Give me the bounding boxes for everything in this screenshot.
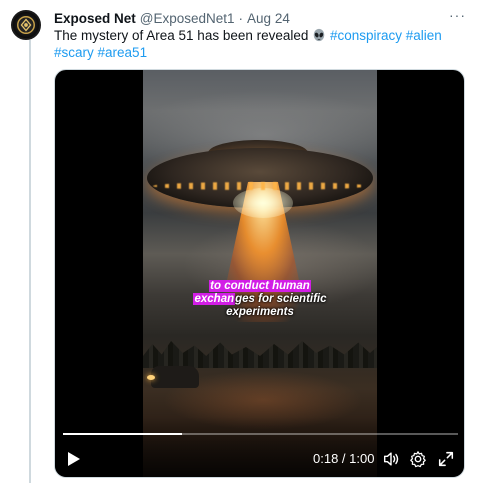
progress-bar[interactable] xyxy=(63,433,458,435)
progress-fill xyxy=(63,433,182,435)
caption-line-1: to conduct human xyxy=(209,280,311,292)
video-player[interactable]: to conduct human exchanges for scientifi… xyxy=(54,69,465,478)
treeline xyxy=(143,341,377,368)
tweet-text: The mystery of Area 51 has been revealed… xyxy=(54,27,464,61)
tweet-body: The mystery of Area 51 has been revealed xyxy=(54,28,309,43)
headlight xyxy=(147,375,155,380)
author-name[interactable]: Exposed Net xyxy=(54,11,136,26)
time-display: 0:18 / 1:00 xyxy=(313,451,375,466)
hashtag-area51[interactable]: #area51 xyxy=(98,45,148,60)
logo-icon xyxy=(17,16,35,34)
car-image xyxy=(151,366,199,388)
author-handle[interactable]: @ExposedNet1 xyxy=(140,11,235,26)
caption-highlight: exchan xyxy=(193,293,236,305)
ufo-glow xyxy=(233,188,293,218)
caption-line-2: ges for scientific xyxy=(235,293,327,305)
gear-icon[interactable] xyxy=(409,450,427,468)
avatar[interactable] xyxy=(11,10,41,40)
play-icon[interactable] xyxy=(67,451,81,467)
tweet-date[interactable]: Aug 24 xyxy=(247,11,290,26)
separator-dot: · xyxy=(238,10,244,26)
volume-icon[interactable] xyxy=(382,450,400,468)
tweet-header: Exposed Net @ExposedNet1 · Aug 24 ··· xyxy=(54,7,466,27)
hashtag-scary[interactable]: #scary xyxy=(54,45,94,60)
ufo-lights xyxy=(153,182,367,190)
more-options-button[interactable]: ··· xyxy=(449,7,466,23)
caption-line-3: experiments xyxy=(226,306,294,318)
thread-line xyxy=(29,40,31,483)
video-caption: to conduct human exchanges for scientifi… xyxy=(143,280,377,319)
hashtag-alien[interactable]: #alien xyxy=(406,28,442,43)
alien-emoji-icon xyxy=(313,28,325,42)
video-controls: 0:18 / 1:00 xyxy=(55,417,464,477)
expand-icon[interactable] xyxy=(437,450,455,468)
hashtag-conspiracy[interactable]: #conspiracy xyxy=(330,28,402,43)
